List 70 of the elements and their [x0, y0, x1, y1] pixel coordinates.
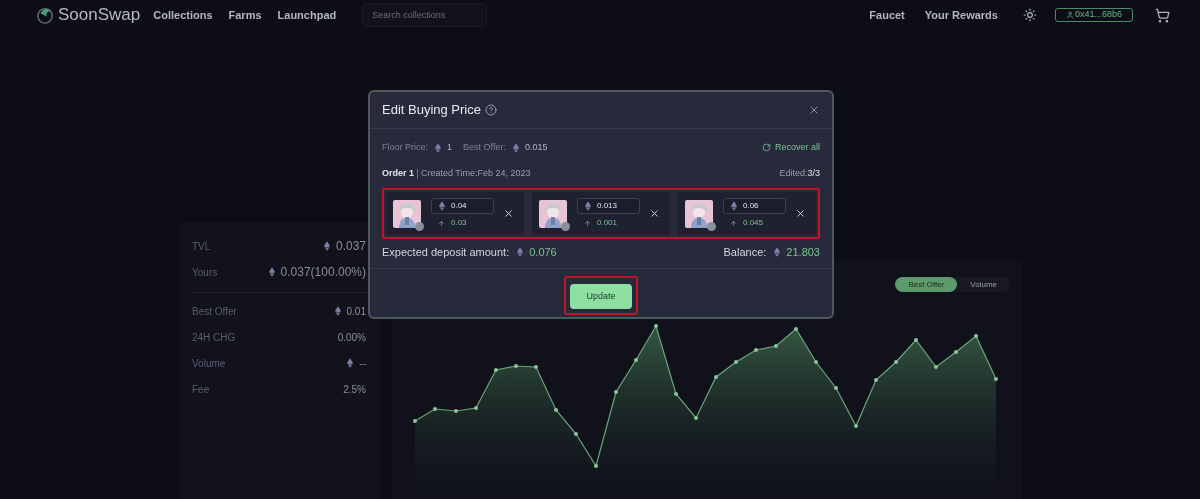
stat-label: 24H CHG [192, 330, 236, 345]
stat-value: 0.037(100.00%) [280, 264, 366, 281]
refresh-icon [761, 143, 771, 152]
nav-link[interactable]: Launchpad [277, 6, 337, 24]
deposit-label: Expected deposit amount: [382, 244, 510, 260]
ethereum-icon [347, 358, 354, 368]
price-change: 0.03 [451, 217, 467, 229]
search-field[interactable]: Search collections [362, 3, 488, 27]
floor-price-label: Floor Price: [382, 140, 428, 154]
nav-link[interactable]: Faucet [869, 6, 905, 24]
remove-icon[interactable] [795, 208, 806, 219]
ethereum-icon [585, 201, 591, 211]
price-input[interactable]: 0.06 [723, 198, 786, 214]
ethereum-icon [435, 142, 441, 153]
badge-icon [415, 221, 424, 231]
order-label: Order 1 [382, 166, 414, 180]
ethereum-icon [517, 247, 524, 257]
stat-value: 0.01 [346, 304, 366, 319]
chart-tab[interactable]: Best Offer [895, 277, 958, 292]
stat-label: Best Offer [192, 304, 237, 319]
update-button[interactable]: Update [570, 284, 632, 310]
price-change: 0.045 [743, 217, 764, 229]
best-offer-value: 0.015 [524, 140, 548, 154]
remove-icon[interactable] [649, 208, 660, 219]
ethereum-icon [731, 201, 737, 211]
stat-value: 0.00% [337, 330, 366, 345]
price-change: 0.001 [597, 217, 618, 229]
cart-icon[interactable] [1155, 7, 1170, 23]
deposit-value: 0.076 [529, 244, 557, 260]
best-offer-label: Best Offer: [463, 140, 506, 154]
remove-icon[interactable] [503, 208, 514, 219]
ethereum-icon [512, 142, 519, 153]
recover-all-button[interactable]: Recover all [761, 140, 820, 155]
edited-count: 3/3 [807, 166, 820, 180]
chart-tab[interactable]: Volume [957, 277, 1010, 292]
stat-label: Fee [192, 382, 210, 397]
ethereum-icon [439, 201, 445, 211]
stat-value: 0.037 [335, 238, 366, 255]
arrow-up-icon [730, 219, 737, 227]
arrow-up-icon [438, 219, 445, 227]
ethereum-icon [323, 241, 330, 251]
nav-link[interactable]: Collections [153, 6, 213, 24]
badge-icon [707, 221, 716, 231]
ethereum-icon [334, 306, 341, 316]
theme-toggle-icon[interactable] [1022, 8, 1037, 22]
ethereum-icon [268, 267, 275, 277]
close-icon[interactable] [808, 104, 820, 116]
help-icon[interactable] [485, 104, 497, 116]
user-icon [1065, 11, 1074, 19]
price-input[interactable]: 0.04 [431, 198, 494, 214]
stat-label: TVL [192, 239, 211, 254]
nav-link[interactable]: Your Rewards [924, 6, 998, 24]
price-input[interactable]: 0.013 [577, 198, 640, 214]
stat-value: -- [359, 356, 366, 371]
balance-value: 21.803 [786, 244, 820, 260]
stat-label: Volume [192, 356, 226, 371]
balance-label: Balance: [723, 244, 767, 260]
edited-label: Edited: [779, 166, 808, 180]
created-time: Created Time:Feb 24, 2023 [421, 166, 531, 180]
floor-price-value: 1 [447, 140, 453, 154]
dialog-title: Edit Buying Price [382, 101, 481, 120]
stat-label: Yours [192, 265, 218, 280]
nav-link[interactable]: Farms [228, 6, 262, 24]
badge-icon [561, 221, 570, 231]
logo-icon [36, 6, 54, 24]
arrow-up-icon [584, 219, 591, 227]
wallet-button[interactable]: 0x41...68b6 [1054, 8, 1133, 22]
stat-value: 2.5% [343, 382, 366, 397]
brand-name: SoonSwap [58, 4, 141, 27]
ethereum-icon [774, 247, 781, 257]
